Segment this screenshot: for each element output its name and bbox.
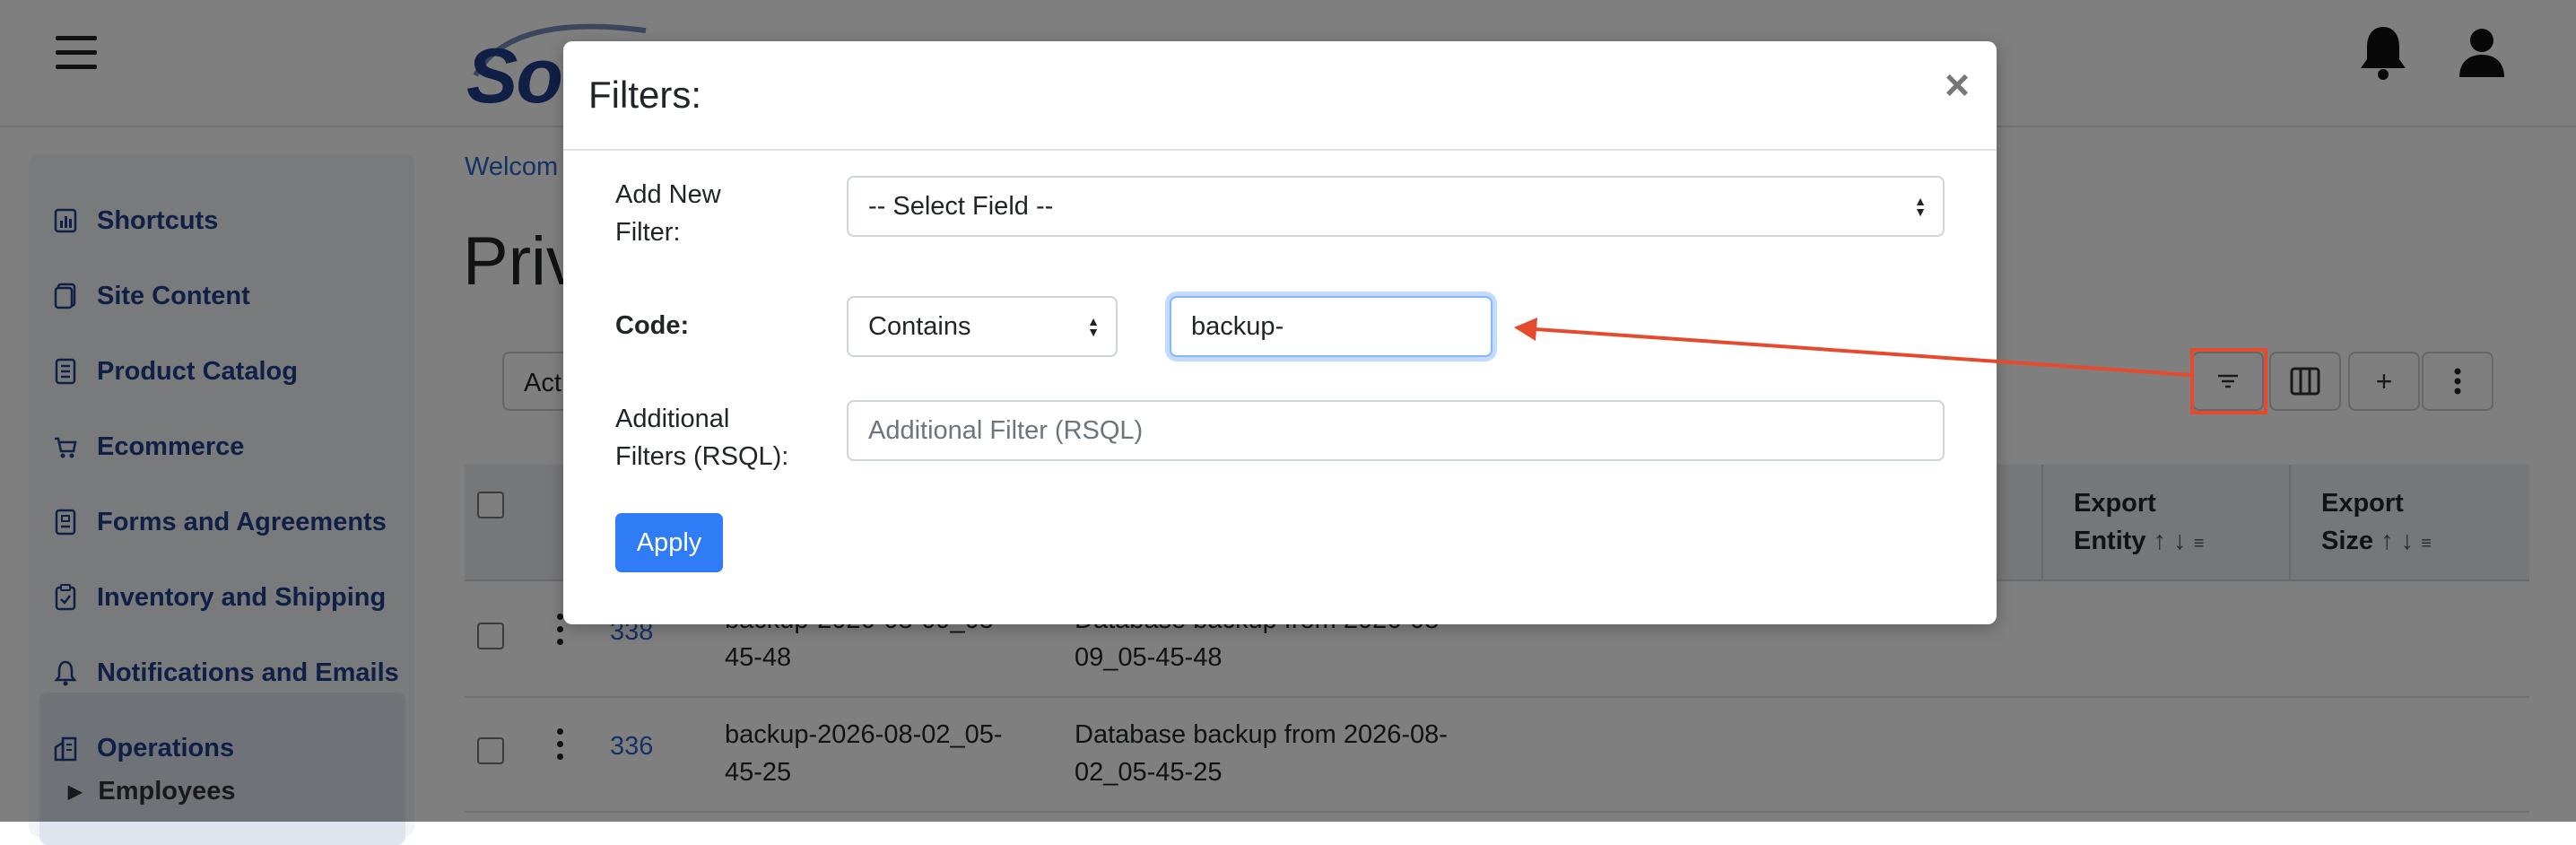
add-filter-label: Add New Filter: <box>615 176 721 251</box>
add-filter-label-line: Filter: <box>615 218 681 247</box>
additional-filter-placeholder: Additional Filter (RSQL) <box>868 415 1144 445</box>
filters-modal: Filters: × Add New Filter: -- Select Fie… <box>563 41 1997 624</box>
apply-button[interactable]: Apply <box>615 513 723 572</box>
close-icon[interactable]: × <box>1945 65 1970 108</box>
modal-header: Filters: × <box>563 41 1997 151</box>
code-operator-dropdown[interactable]: Contains ▲ ▼ <box>847 296 1118 357</box>
select-field-value: -- Select Field -- <box>868 191 1054 221</box>
additional-filters-label-line: Filters (RSQL): <box>615 442 789 471</box>
code-operator-value: Contains <box>868 311 971 341</box>
code-value-input[interactable]: backup- <box>1170 296 1493 357</box>
add-filter-label-line: Add New <box>615 180 721 209</box>
code-value-text: backup- <box>1191 311 1284 341</box>
additional-filter-input[interactable]: Additional Filter (RSQL) <box>847 400 1945 461</box>
highlight-box <box>2190 348 2267 414</box>
additional-filters-label-line: Additional <box>615 405 730 433</box>
select-field-dropdown[interactable]: -- Select Field -- ▲ ▼ <box>847 176 1945 237</box>
modal-title: Filters: <box>588 74 701 116</box>
select-arrows-icon: ▲ ▼ <box>1914 194 1927 219</box>
select-arrows-icon: ▲ ▼ <box>1087 314 1100 339</box>
additional-filters-label: Additional Filters (RSQL): <box>615 400 788 475</box>
code-label: Code: <box>615 311 690 340</box>
